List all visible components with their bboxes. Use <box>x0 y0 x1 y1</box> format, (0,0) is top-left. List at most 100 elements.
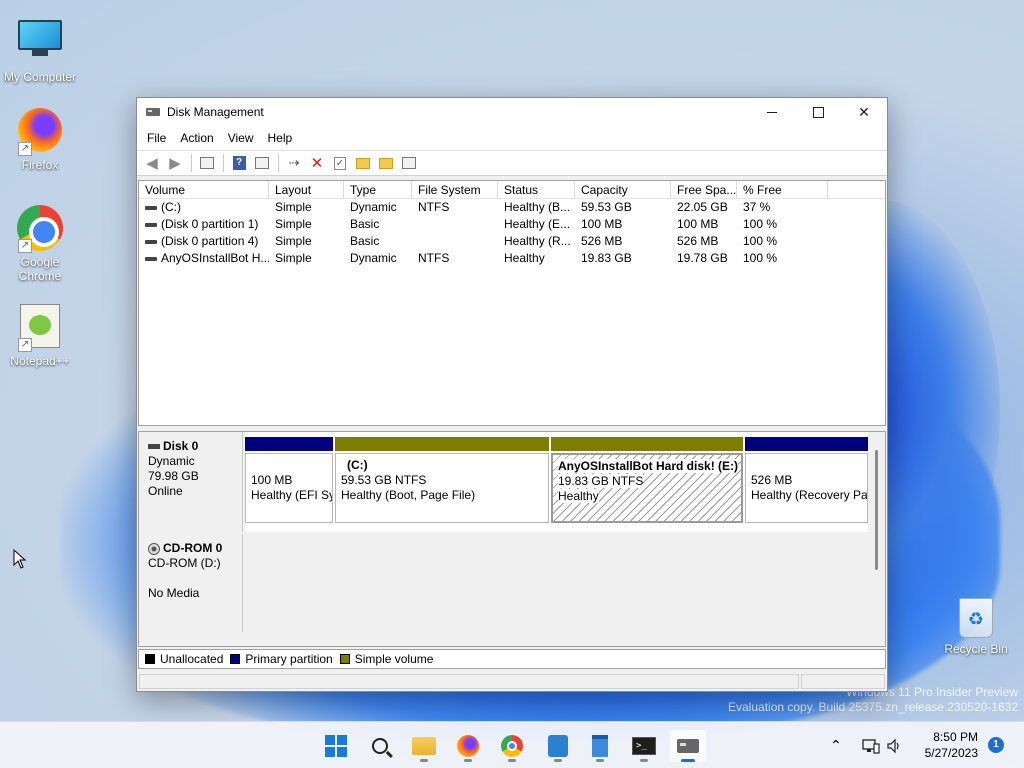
connect-disk-button[interactable]: ⇢ <box>283 153 305 173</box>
connect-disk-icon: ⇢ <box>288 155 300 170</box>
cell-type: Dynamic <box>350 251 397 265</box>
toolbar-separator <box>191 154 192 172</box>
forward-button[interactable]: ▶ <box>164 153 186 173</box>
menu-view[interactable]: View <box>221 131 261 145</box>
column-header-free-space[interactable]: Free Spa... <box>671 181 737 198</box>
partition-box: 526 MB Healthy (Recovery Pa <box>745 453 868 523</box>
volume-button[interactable] <box>886 722 902 768</box>
firefox-icon: ↗ <box>16 108 64 156</box>
check-button[interactable]: ✓ <box>329 153 351 173</box>
taskbar-clock[interactable]: 8:50 PM 5/27/2023 <box>918 729 978 761</box>
clock-time: 8:50 PM <box>933 730 978 744</box>
search-icon <box>372 738 388 754</box>
scrollbar-thumb[interactable] <box>875 450 878 570</box>
taskbar-file-explorer[interactable] <box>406 730 442 762</box>
partition-recovery[interactable]: 526 MB Healthy (Recovery Pa <box>745 437 868 525</box>
cdrom-0-media: No Media <box>148 586 200 600</box>
partition-size: 526 MB <box>751 473 793 487</box>
partition-c-drive[interactable]: (C:) 59.53 GB NTFS Healthy (Boot, Page F… <box>335 437 549 525</box>
show-hide-console-tree-button[interactable] <box>196 153 218 173</box>
network-button[interactable] <box>862 722 880 768</box>
open-folder-button[interactable] <box>352 153 374 173</box>
cell-file-system: NTFS <box>418 200 450 214</box>
table-row[interactable]: (Disk 0 partition 4) Simple Basic Health… <box>139 233 885 250</box>
cell-type: Dynamic <box>350 200 397 214</box>
taskbar-notepad[interactable] <box>582 730 618 762</box>
taskbar-disk-management[interactable] <box>670 730 706 762</box>
cell-layout: Simple <box>275 234 312 248</box>
hard-disk-icon <box>148 444 160 450</box>
status-bar <box>137 671 887 691</box>
column-header-layout[interactable]: Layout <box>269 181 344 198</box>
cdrom-0-label[interactable]: CD-ROM 0 CD-ROM (D:) No Media <box>139 534 243 632</box>
taskbar-terminal[interactable]: >_ <box>626 730 662 762</box>
column-header-capacity[interactable]: Capacity <box>575 181 671 198</box>
table-row[interactable]: (Disk 0 partition 1) Simple Basic Health… <box>139 216 885 233</box>
cdrom-0-row: CD-ROM 0 CD-ROM (D:) No Media <box>139 534 868 632</box>
maximize-button[interactable] <box>795 98 841 126</box>
cell-percent-free: 100 % <box>743 251 778 265</box>
taskbar-firefox[interactable] <box>450 730 486 762</box>
menu-action[interactable]: Action <box>173 131 220 145</box>
disk-management-window: Disk Management ✕ File Action View Help … <box>136 97 888 692</box>
menu-bar: File Action View Help <box>137 126 887 150</box>
search-button[interactable] <box>362 730 398 762</box>
desktop-icon-label: My Computer <box>3 70 77 84</box>
cell-status: Healthy <box>504 251 545 265</box>
table-row[interactable]: AnyOSInstallBot H... Simple Dynamic NTFS… <box>139 250 885 267</box>
notification-badge[interactable]: 1 <box>988 737 1004 753</box>
toolbar: ◀ ▶ ? ⇢ ✕ ✓ <box>137 150 887 176</box>
disk-0-name: Disk 0 <box>163 439 199 453</box>
partition-efi[interactable]: 100 MB Healthy (EFI Sy <box>245 437 333 525</box>
partition-e-drive[interactable]: AnyOSInstallBot Hard disk! (E:) 19.83 GB… <box>551 437 743 525</box>
taskbar: >_ ⌃ 8:50 PM 5/27/2023 1 <box>0 721 1024 768</box>
minimize-button[interactable] <box>749 98 795 126</box>
cell-capacity: 59.53 GB <box>581 200 632 214</box>
back-button[interactable]: ◀ <box>141 153 163 173</box>
delete-x-icon: ✕ <box>310 155 324 172</box>
monitor-icon <box>16 20 64 68</box>
cell-percent-free: 100 % <box>743 234 778 248</box>
taskbar-chrome[interactable] <box>494 730 530 762</box>
menu-help[interactable]: Help <box>261 131 300 145</box>
shortcut-arrow-icon: ↗ <box>18 142 32 156</box>
desktop-icon-my-computer[interactable]: My Computer <box>0 10 80 84</box>
disk-management-icon <box>677 739 699 753</box>
graph-scrollbar[interactable] <box>868 432 885 646</box>
desktop-icon-firefox[interactable]: ↗ Firefox <box>0 106 80 172</box>
watermark-line-2: Evaluation copy. Build 25375.zn_release.… <box>728 700 1018 714</box>
firefox-icon <box>457 735 479 757</box>
properties-button[interactable] <box>398 153 420 173</box>
running-indicator <box>640 759 648 762</box>
start-button[interactable] <box>318 730 354 762</box>
speaker-icon <box>887 738 899 753</box>
properties-view-button[interactable] <box>251 153 273 173</box>
cell-percent-free: 37 % <box>743 200 771 214</box>
cdrom-0-area <box>245 534 868 632</box>
taskbar-settings-app[interactable] <box>540 730 576 762</box>
show-hidden-icons-button[interactable]: ⌃ <box>830 722 842 768</box>
disk-0-label[interactable]: Disk 0 Dynamic 79.98 GB Online <box>139 432 243 532</box>
desktop-icon-google-chrome[interactable]: ↗ Google Chrome <box>0 204 80 283</box>
partition-title: AnyOSInstallBot Hard disk! (E:) <box>558 459 739 473</box>
menu-file[interactable]: File <box>140 131 173 145</box>
search-folder-button[interactable] <box>375 153 397 173</box>
column-header-status[interactable]: Status <box>498 181 575 198</box>
help-icon: ? <box>232 156 246 170</box>
help-button[interactable]: ? <box>228 153 250 173</box>
cell-volume: (Disk 0 partition 1) <box>139 216 269 233</box>
cell-percent-free: 100 % <box>743 217 778 231</box>
window-title: Disk Management <box>167 105 264 119</box>
desktop-icon-recycle-bin[interactable]: ♻ Recycle Bin <box>940 598 1012 656</box>
column-header-type[interactable]: Type <box>344 181 412 198</box>
table-row[interactable]: (C:) Simple Dynamic NTFS Healthy (B... 5… <box>139 199 885 216</box>
title-bar[interactable]: Disk Management ✕ <box>137 98 887 126</box>
volume-icon <box>145 256 157 261</box>
column-header-volume[interactable]: Volume <box>139 181 269 198</box>
delete-button[interactable]: ✕ <box>306 153 328 173</box>
close-button[interactable]: ✕ <box>841 98 887 126</box>
cell-capacity: 526 MB <box>581 234 623 248</box>
column-header-file-system[interactable]: File System <box>412 181 498 198</box>
desktop-icon-notepad-plus-plus[interactable]: ↗ Notepad++ <box>0 302 80 368</box>
column-header-percent-free[interactable]: % Free <box>737 181 828 198</box>
